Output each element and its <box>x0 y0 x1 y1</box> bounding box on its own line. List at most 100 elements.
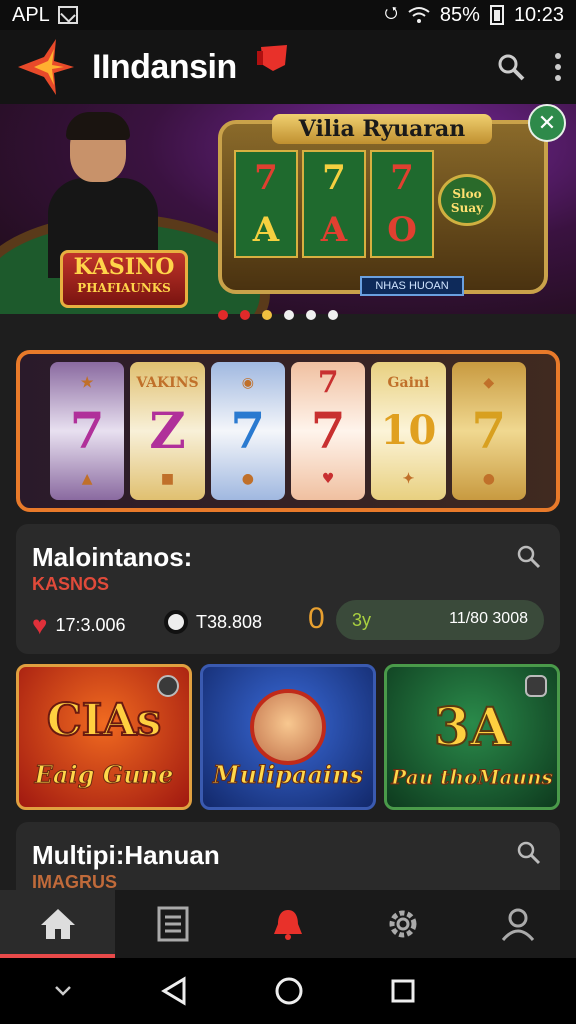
reel-column: ★ 7 ▲ <box>50 362 125 500</box>
status-left: APL <box>12 4 78 27</box>
search-icon[interactable] <box>516 840 542 866</box>
info-card[interactable]: Malointanos: KASNOS ♥ 17:3.006 T38.808 0… <box>16 524 560 654</box>
app-logo-icon <box>18 39 74 95</box>
dealer-hair-graphic <box>66 112 130 140</box>
app-bar: IIndansin <box>0 30 576 104</box>
kasino-badge: KASINO PHAFIAUNKS <box>60 250 188 308</box>
game-tile[interactable]: 3A Pau thoMauns <box>384 664 560 810</box>
user-icon <box>502 908 535 941</box>
reel-symbol: 7 <box>254 158 278 198</box>
wifi-icon <box>408 7 430 23</box>
tile-badge-icon[interactable] <box>525 675 547 697</box>
reel-symbol: A <box>252 210 280 250</box>
reel-mid-symbol: Z <box>149 401 186 460</box>
reel-symbol: O <box>387 210 417 250</box>
system-nav-bar <box>0 958 576 1024</box>
mini-reels: 7A 7A 7O <box>234 150 434 258</box>
reel-mid-symbol: 7 <box>230 401 266 460</box>
stat-chips: T38.808 <box>164 610 262 634</box>
gear-icon <box>389 910 417 938</box>
carousel-dot[interactable] <box>328 310 338 320</box>
tile-badge-icon <box>157 675 179 697</box>
heart-icon: ♥ <box>32 610 48 640</box>
slot-machine-title: Vilia Ryuaran <box>272 114 492 144</box>
reel-top-symbol: Gaini <box>387 375 430 391</box>
status-right: ⭯ 85% 10:23 <box>384 2 564 29</box>
info-card-title: Malointanos: <box>32 542 193 572</box>
reel-column: ◆ 7 ● <box>451 362 526 500</box>
chevron-down-icon[interactable] <box>53 984 73 998</box>
reel-top-symbol: 7 <box>317 365 339 400</box>
nav-settings[interactable] <box>346 890 461 958</box>
slot-reels-card[interactable]: ★ 7 ▲ VAKINS Z ■ ◉ 7 ● 7 7 ♥ Gaini 10 ✦ … <box>16 350 560 512</box>
game-tile-art: CIAs <box>46 694 163 747</box>
jester-character-icon <box>250 689 326 765</box>
app-title: IIndansin <box>92 47 237 86</box>
game-tile[interactable]: Mulipaains <box>200 664 376 810</box>
clock: 10:23 <box>513 3 564 26</box>
carousel-dots <box>218 310 338 320</box>
list-icon <box>157 906 189 942</box>
reel-top-symbol: ◆ <box>483 375 495 391</box>
reel-symbol: A <box>320 210 348 250</box>
reel-bottom-symbol: ♥ <box>321 471 335 487</box>
reel-bottom-symbol: ● <box>241 471 254 487</box>
carousel-dot[interactable] <box>262 310 272 320</box>
nav-notifications[interactable] <box>230 890 345 958</box>
progress-pill[interactable]: 3y 11/80 3008 <box>336 600 544 640</box>
bell-icon <box>274 910 302 940</box>
reel-top-symbol: ◉ <box>241 375 254 391</box>
reel-mid-symbol: 7 <box>69 401 105 460</box>
carousel-dot[interactable] <box>284 310 294 320</box>
reel-symbol: 7 <box>390 158 414 198</box>
reel-bottom-symbol: ✦ <box>402 471 415 487</box>
reel-column: Gaini 10 ✦ <box>371 362 446 500</box>
game-tile-label: Pau thoMauns <box>391 765 554 790</box>
mini-reel: 7A <box>234 150 298 258</box>
stat-likes: ♥ 17:3.006 <box>32 610 126 641</box>
status-bar: APL ⭯ 85% 10:23 <box>0 0 576 30</box>
slot-spin-button[interactable]: Sloo Suay <box>438 174 496 226</box>
nav-home[interactable] <box>0 890 116 958</box>
back-icon[interactable] <box>160 976 188 1006</box>
kasino-badge-line2: PHAFIAUNKS <box>77 281 171 295</box>
promo-banner[interactable]: KASINO PHAFIAUNKS Vilia Ryuaran 7A 7A 7O… <box>0 104 576 314</box>
reel-symbol: 7 <box>322 158 346 198</box>
reel-column: VAKINS Z ■ <box>130 362 205 500</box>
mini-reel: 7O <box>370 150 434 258</box>
carousel-dot[interactable] <box>306 310 316 320</box>
battery-icon <box>489 5 504 25</box>
section-card-title: Multipi:Hanuan <box>32 840 220 870</box>
stat-likes-value: 17:3.006 <box>55 615 126 635</box>
info-card-subtitle: KASNOS <box>32 574 110 594</box>
nav-profile[interactable] <box>461 890 576 958</box>
vibrate-icon: ⭯ <box>384 4 398 22</box>
reel-top-symbol: ★ <box>80 375 94 391</box>
close-icon[interactable]: ✕ <box>528 104 566 142</box>
nav-list[interactable] <box>115 890 230 958</box>
reel-bottom-symbol: ▲ <box>81 471 93 487</box>
flag-badge-icon <box>256 45 287 71</box>
reel-mid-symbol: 7 <box>471 401 507 460</box>
battery-label: 85% <box>439 3 480 26</box>
recents-icon[interactable] <box>390 978 416 1004</box>
progress-pill-left: 3y <box>352 610 372 630</box>
search-icon[interactable] <box>516 544 542 570</box>
game-tile-label: Mulipaains <box>212 760 364 790</box>
banner-cta-button[interactable]: NHAS HUOAN <box>360 276 464 296</box>
carousel-dot[interactable] <box>218 310 228 320</box>
search-icon[interactable] <box>496 52 526 82</box>
more-options-icon[interactable] <box>554 52 562 82</box>
reel-bottom-symbol: ■ <box>160 471 175 487</box>
game-tile[interactable]: CIAs Eaig Gune <box>16 664 192 810</box>
home-circle-icon[interactable] <box>274 976 304 1006</box>
game-tile-art: 3A <box>433 696 512 759</box>
reel-top-symbol: VAKINS <box>136 375 199 391</box>
app-actions <box>496 52 562 82</box>
mail-icon <box>57 6 78 24</box>
reel-mid-symbol: 7 <box>310 401 346 460</box>
reel-bottom-symbol: ● <box>482 471 495 487</box>
carousel-dot[interactable] <box>240 310 250 320</box>
reel-column: 7 7 ♥ <box>290 362 366 500</box>
reel-column: ◉ 7 ● <box>210 362 285 500</box>
